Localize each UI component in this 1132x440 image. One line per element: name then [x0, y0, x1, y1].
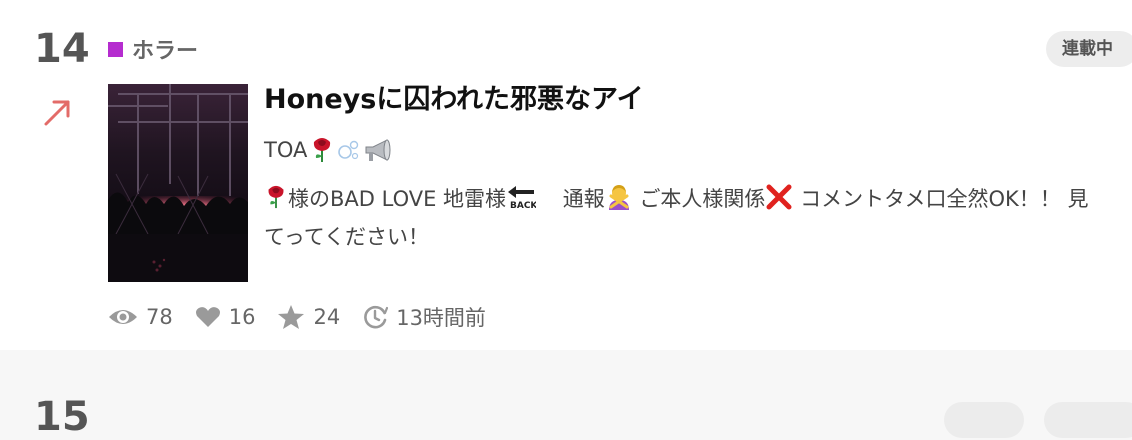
likes-stat: 16: [195, 305, 256, 329]
next-genre-badge: [944, 402, 1024, 438]
views-count: 78: [146, 305, 173, 329]
views-stat: 78: [108, 305, 173, 329]
back-arrow-icon: BACK: [508, 186, 536, 210]
genre-label[interactable]: ホラー: [108, 34, 198, 64]
cover-image[interactable]: [108, 84, 248, 282]
likes-count: 16: [228, 305, 256, 329]
updated-time: 13時間前: [396, 306, 486, 330]
eye-icon: [109, 310, 137, 324]
star-icon: [278, 305, 305, 329]
cover-artwork: [108, 84, 248, 282]
rank-number: 14: [34, 26, 90, 72]
description-text-2: 通報: [562, 187, 605, 211]
description-text-1: 様のBAD LOVE 地雷様: [288, 187, 507, 211]
rose-icon: [268, 185, 284, 209]
status-badge: 連載中: [1046, 31, 1132, 67]
story-description: 様のBAD LOVE 地雷様 BACK 通報 ご本人様関係 コメントタメ口全然O…: [264, 180, 1094, 256]
genre-text: ホラー: [132, 39, 199, 64]
author[interactable]: TOA: [264, 134, 393, 166]
story-title[interactable]: Honeysに囚われた邪悪なアイ: [264, 82, 644, 118]
description-text-3: ご本人様関係: [639, 187, 766, 211]
heart-icon: [195, 307, 220, 327]
loudspeaker-icon: [365, 139, 391, 161]
person-gesturing-no-icon: [608, 185, 629, 210]
svg-text:BACK: BACK: [510, 201, 536, 210]
clock-icon: [364, 305, 389, 329]
cross-mark-icon: [766, 184, 792, 210]
author-name: TOA: [264, 138, 308, 162]
next-rank-number: 15: [34, 394, 90, 440]
next-status-badge: [1044, 402, 1132, 438]
rose-icon: [314, 138, 331, 162]
stars-count: 24: [313, 305, 341, 329]
story-stats: 78 16 24 13時間前: [108, 298, 508, 336]
arrow-up-right-icon: [44, 100, 70, 126]
genre-color-swatch: [108, 41, 123, 57]
bubbles-icon: [338, 140, 359, 160]
stars-stat: 24: [277, 304, 340, 330]
updated-stat: 13時間前: [362, 302, 486, 332]
ranking-card[interactable]: 14 ホラー 連載中 Honeysに囚われた邪悪なアイ TOA 様のBAD LO…: [0, 0, 1132, 350]
